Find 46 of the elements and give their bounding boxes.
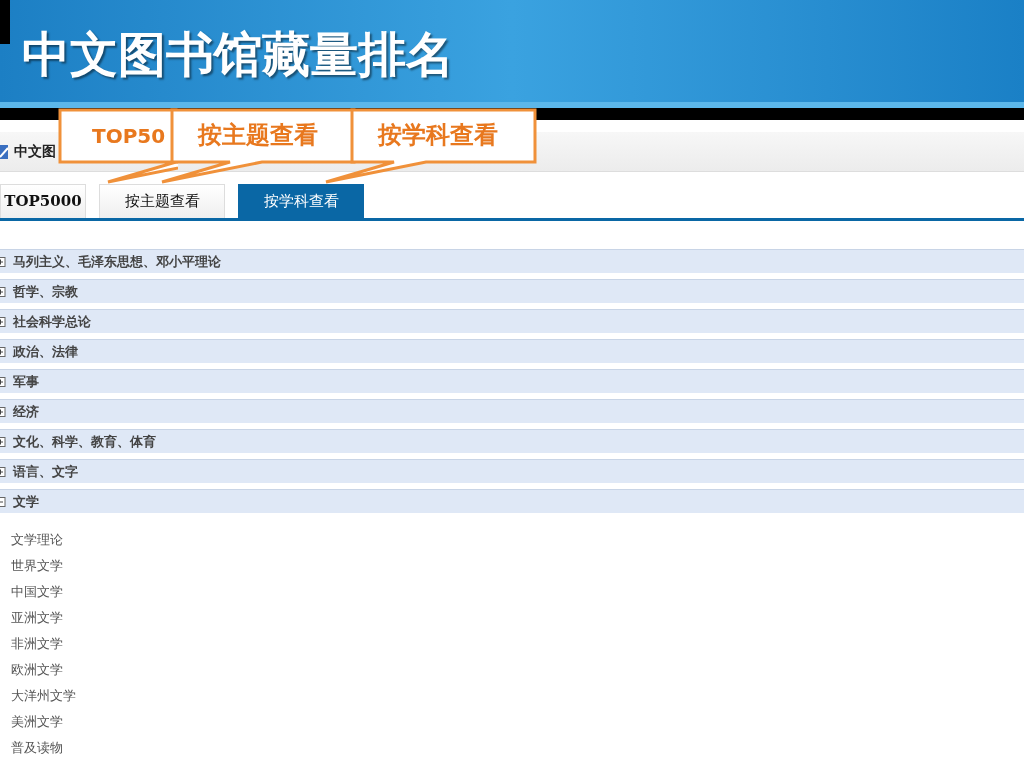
collapse-icon[interactable] [0,496,6,507]
subcategory-link[interactable]: 非洲文学 [0,631,63,657]
expand-icon[interactable] [0,256,6,267]
category-row[interactable]: 政治、法律 [0,339,1024,363]
category-row[interactable]: 文化、科学、教育、体育 [0,429,1024,453]
expand-icon[interactable] [0,466,6,477]
slide-title: 中文图书馆藏量排名 [22,30,454,78]
callout-text: TOP50 [92,126,166,146]
expand-icon[interactable] [0,346,6,357]
subcategory-link[interactable]: 文学理论 [0,527,63,553]
category-row[interactable]: 军事 [0,369,1024,393]
expand-icon[interactable] [0,436,6,447]
subcategory-link[interactable]: 普及读物 [0,735,63,761]
category-label: 语言、文字 [13,462,78,481]
callout-text: 按学科查看 [378,123,498,147]
category-row[interactable]: 语言、文字 [0,459,1024,483]
tab[interactable]: 按学科查看 [238,184,364,218]
expand-icon[interactable] [0,406,6,417]
subcategory-link[interactable]: 中国文学 [0,579,63,605]
expand-icon[interactable] [0,286,6,297]
category-row[interactable]: 马列主义、毛泽东思想、邓小平理论 [0,249,1024,273]
category-row[interactable]: 哲学、宗教 [0,279,1024,303]
subcategory-link[interactable]: 世界文学 [0,553,63,579]
subcategory-link[interactable]: 欧洲文学 [0,657,63,683]
subcategory-link[interactable]: 亚洲文学 [0,605,63,631]
category-label: 社会科学总论 [13,312,91,331]
category-label: 文化、科学、教育、体育 [13,432,156,451]
category-label: 军事 [13,372,39,391]
tab[interactable]: TOP5000 [0,184,86,218]
tab[interactable]: 按主题查看 [99,184,225,218]
category-label: 政治、法律 [13,342,78,361]
expand-icon[interactable] [0,316,6,327]
subcategory-link[interactable]: 大洋州文学 [0,683,76,709]
category-label: 文学 [13,492,39,511]
subcategory-link[interactable]: 美洲文学 [0,709,63,735]
breadcrumb-text: 中文图 [14,142,56,161]
category-row[interactable]: 社会科学总论 [0,309,1024,333]
breadcrumb-icon [0,144,8,159]
category-label: 经济 [13,402,39,421]
category-row[interactable]: 经济 [0,399,1024,423]
category-label: 马列主义、毛泽东思想、邓小平理论 [13,252,221,271]
category-label: 哲学、宗教 [13,282,78,301]
callout-text: 按主题查看 [198,123,318,147]
expand-icon[interactable] [0,376,6,387]
corner-block [0,0,10,44]
category-row[interactable]: 文学 [0,489,1024,513]
